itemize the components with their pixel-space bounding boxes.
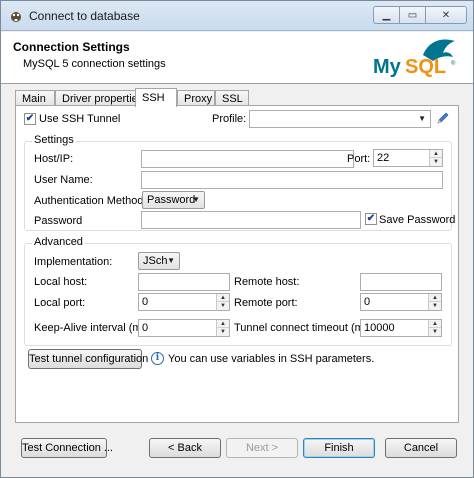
profile-label: Profile: [212,113,247,125]
implementation-select[interactable]: JSch ▼ [138,252,180,270]
close-button[interactable]: ✕ [425,6,467,24]
local-host-input[interactable] [138,273,230,291]
header-title: Connection Settings [13,40,130,54]
host-label: Host/IP: [34,153,74,165]
close-icon: ✕ [441,9,451,21]
user-name-label: User Name: [34,174,93,186]
chevron-down-icon: ▼ [192,195,200,204]
spinner-up-icon[interactable]: ▲ [430,150,442,158]
profile-select[interactable]: ▼ [249,110,431,128]
ssh-panel: ✔ Use SSH Tunnel Profile: ▼ Settings Hos… [15,105,459,423]
auth-method-select[interactable]: Password ▼ [142,191,205,209]
remote-port-spinner[interactable]: 0 ▲ ▼ [360,293,442,311]
spinner-down-icon[interactable]: ▼ [429,328,441,336]
finish-button[interactable]: Finish [303,438,375,458]
minimize-icon: ▁ [382,9,391,21]
remote-host-input[interactable] [360,273,442,291]
back-button[interactable]: < Back [149,438,221,458]
tunnel-timeout-spinner[interactable]: 10000 ▲ ▼ [360,319,442,337]
connect-dialog: Connect to database ▁ ▭ ✕ Connection Set… [0,0,474,478]
test-tunnel-button[interactable]: Test tunnel configuration [28,349,148,369]
spinner-down-icon[interactable]: ▼ [217,302,229,310]
password-label: Password [34,215,83,227]
chevron-down-icon: ▼ [418,114,426,123]
tab-proxy[interactable]: Proxy [177,90,215,106]
spinner-up-icon[interactable]: ▲ [217,320,229,328]
use-ssh-tunnel-label: Use SSH Tunnel [39,113,121,125]
info-icon: i [151,352,164,365]
port-spinner[interactable]: 22 ▲ ▼ [373,149,443,167]
spinner-up-icon[interactable]: ▲ [429,320,441,328]
spinner-down-icon[interactable]: ▼ [429,302,441,310]
settings-group-title: Settings [32,134,76,146]
remote-port-label: Remote port: [234,297,298,309]
dialog-header: Connection Settings MySQL 5 connection s… [1,32,473,84]
local-host-label: Local host: [34,276,88,288]
password-input[interactable] [141,211,361,229]
spinner-up-icon[interactable]: ▲ [429,294,441,302]
maximize-icon: ▭ [407,9,418,21]
ssh-variables-hint: You can use variables in SSH parameters. [168,353,375,365]
mysql-logo: My SQL ® [373,39,456,78]
next-button[interactable]: Next > [226,438,298,458]
save-password-label: Save Password [379,214,456,226]
title-bar: Connect to database ▁ ▭ ✕ [1,1,473,31]
tab-ssh[interactable]: SSH [135,88,177,107]
host-input[interactable] [141,150,354,168]
header-subtitle: MySQL 5 connection settings [23,58,166,70]
spinner-down-icon[interactable]: ▼ [430,158,442,166]
dbeaver-app-icon [11,12,21,22]
keepalive-spinner[interactable]: 0 ▲ ▼ [138,319,230,337]
local-port-label: Local port: [34,297,86,309]
chevron-down-icon: ▼ [167,256,175,265]
edit-profile-pencil-icon[interactable] [436,111,450,125]
port-label: Port: [347,153,371,165]
tab-driver-properties[interactable]: Driver properties [55,90,143,106]
window-title: Connect to database [29,9,140,23]
spinner-down-icon[interactable]: ▼ [217,328,229,336]
minimize-button[interactable]: ▁ [373,6,399,24]
cancel-button[interactable]: Cancel [385,438,457,458]
tunnel-timeout-label: Tunnel connect timeout (ms): [234,322,377,334]
svg-text:®: ® [451,60,456,67]
auth-method-label: Authentication Method: [34,195,147,207]
svg-text:SQL: SQL [405,56,446,78]
user-name-input[interactable] [141,171,443,189]
use-ssh-tunnel-checkbox[interactable]: ✔ [24,113,36,125]
test-connection-button[interactable]: Test Connection ... [21,438,113,458]
remote-host-label: Remote host: [234,276,300,288]
svg-text:My: My [373,56,402,78]
local-port-spinner[interactable]: 0 ▲ ▼ [138,293,230,311]
tab-main[interactable]: Main [15,90,55,106]
implementation-label: Implementation: [34,256,113,268]
keepalive-label: Keep-Alive interval (ms): [34,322,154,334]
tab-ssl[interactable]: SSL [215,90,249,106]
window-controls: ▁ ▭ ✕ [373,6,467,24]
advanced-group-title: Advanced [32,236,85,248]
spinner-up-icon[interactable]: ▲ [217,294,229,302]
maximize-button[interactable]: ▭ [399,6,425,24]
save-password-checkbox[interactable]: ✔ [365,213,377,225]
